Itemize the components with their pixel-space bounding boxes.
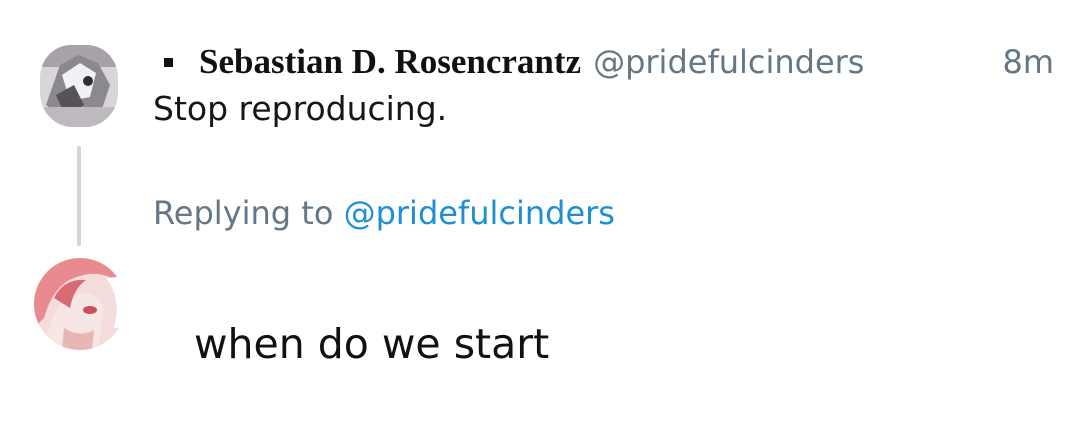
replying-to-label: Replying to xyxy=(153,194,344,232)
timestamp[interactable]: 8m xyxy=(1002,43,1054,81)
tweet-thread: Sebastian D. Rosencrantz @pridefulcinder… xyxy=(0,0,1080,426)
thread-connector-line xyxy=(77,146,81,246)
reply-text: when do we start xyxy=(194,320,550,368)
bullet-icon xyxy=(164,57,173,67)
replying-to-handle-link[interactable]: @pridefulcinders xyxy=(344,194,615,232)
display-name[interactable]: Sebastian D. Rosencrantz xyxy=(199,42,581,82)
avatar-image xyxy=(34,258,126,350)
tweet-header: Sebastian D. Rosencrantz @pridefulcinder… xyxy=(164,38,1054,86)
avatar-image xyxy=(40,45,118,127)
avatar[interactable] xyxy=(34,258,126,350)
user-handle[interactable]: @pridefulcinders xyxy=(593,43,864,81)
replying-to: Replying to @pridefulcinders xyxy=(153,194,615,232)
tweet-text: Stop reproducing. xyxy=(153,89,448,128)
avatar[interactable] xyxy=(40,45,118,127)
